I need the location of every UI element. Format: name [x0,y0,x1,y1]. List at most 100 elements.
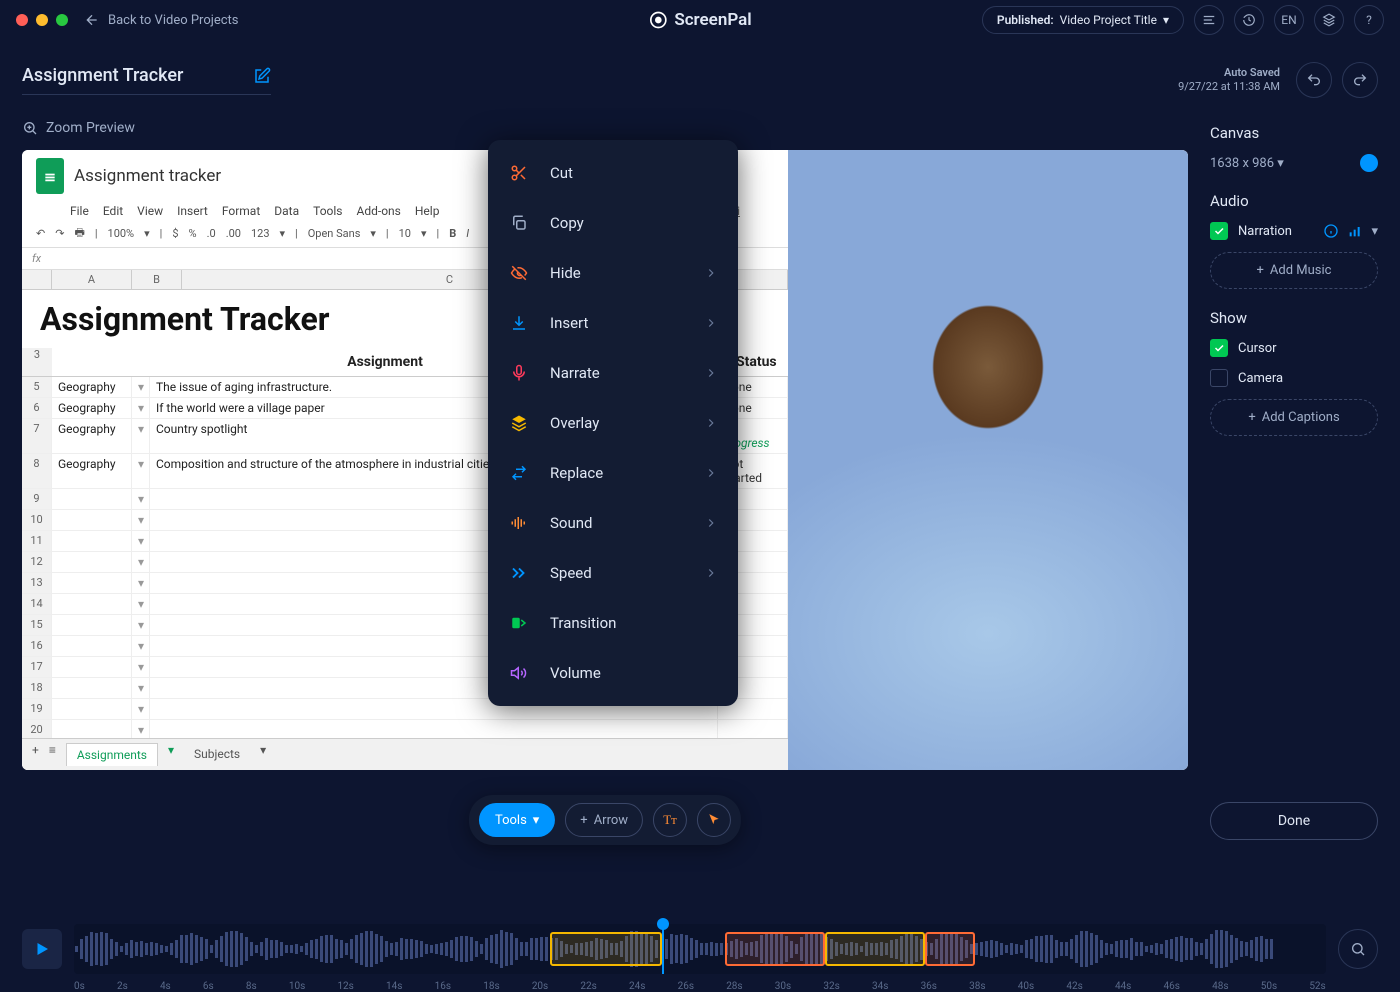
list-button[interactable] [1194,5,1224,35]
clip-segment[interactable] [550,932,663,966]
menu-item-label: Transition [550,614,616,632]
info-icon[interactable] [1323,223,1339,239]
add-music-button[interactable]: + Add Music [1210,252,1378,289]
window-controls [16,14,68,26]
copy-icon [508,212,530,234]
menu-item-label: Replace [550,464,603,482]
timeline-mark: 32s [823,981,839,992]
language-button[interactable]: EN [1274,5,1304,35]
sound-icon [508,512,530,534]
canvas-size-dropdown[interactable]: 1638 x 986 ▾ [1210,156,1284,171]
timeline-mark: 12s [337,981,353,992]
history-icon [1242,13,1256,27]
text-tool-button[interactable]: Tт [653,803,687,837]
timeline-search-button[interactable] [1338,929,1378,969]
chevron-right-icon [704,566,718,580]
close-window-button[interactable] [16,14,28,26]
timeline-mark: 44s [1115,981,1131,992]
menu-insert: Insert [177,204,208,218]
menu-item-transition[interactable]: Transition [488,598,738,648]
tools-bar: Tools ▾ + Arrow Tт [469,795,741,845]
menu-item-label: Sound [550,514,592,532]
narration-checkbox[interactable] [1210,222,1228,240]
menu-item-speed[interactable]: Speed [488,548,738,598]
minimize-window-button[interactable] [36,14,48,26]
menu-item-replace[interactable]: Replace [488,448,738,498]
tools-dropdown-button[interactable]: Tools ▾ [479,803,555,837]
timeline-mark: 22s [580,981,596,992]
camera-checkbox[interactable] [1210,369,1228,387]
menu-item-overlay[interactable]: Overlay [488,398,738,448]
cut-icon [508,162,530,184]
timeline-mark: 52s [1309,981,1325,992]
question-icon: ? [1366,13,1372,27]
menu-item-cut[interactable]: Cut [488,148,738,198]
publish-dropdown[interactable]: Published: Video Project Title ▾ [982,6,1184,34]
menu-item-volume[interactable]: Volume [488,648,738,698]
menu-item-label: Cut [550,164,573,182]
add-captions-button[interactable]: + Add Captions [1210,399,1378,436]
canvas-section-title: Canvas [1210,124,1378,142]
zoom-preview-button[interactable]: Zoom Preview [22,120,1188,136]
history-button[interactable] [1234,5,1264,35]
zoom-preview-label: Zoom Preview [46,120,135,136]
menu-item-copy[interactable]: Copy [488,198,738,248]
menu-file: File [70,204,89,218]
arrow-left-icon [84,12,100,28]
audio-section-title: Audio [1210,192,1378,210]
titlebar: Assignment Tracker Auto Saved 9/27/22 at… [0,40,1400,120]
menu-item-label: Hide [550,264,581,282]
menu-item-narrate[interactable]: Narrate [488,348,738,398]
properties-panel: Canvas 1638 x 986 ▾ Audio Narration [1210,120,1378,840]
chevron-right-icon [704,466,718,480]
clip-segment[interactable] [925,932,975,966]
cursor-tool-button[interactable] [697,803,731,837]
undo-button[interactable] [1296,62,1332,98]
caret-down-icon[interactable]: ▾ [1371,224,1378,239]
timeline-mark: 28s [726,981,742,992]
menu-item-insert[interactable]: Insert [488,298,738,348]
layers-button[interactable] [1314,5,1344,35]
add-arrow-button[interactable]: + Arrow [565,803,643,837]
menu-item-sound[interactable]: Sound [488,498,738,548]
help-button[interactable]: ? [1354,5,1384,35]
canvas-color-swatch[interactable] [1360,154,1378,172]
cursor-icon [707,813,721,827]
timeline-mark: 8s [246,981,257,992]
redo-button[interactable] [1342,62,1378,98]
playhead[interactable] [662,924,664,974]
cursor-label: Cursor [1238,341,1277,356]
timeline-mark: 48s [1212,981,1228,992]
timeline-track[interactable]: 0s2s4s6s8s10s12s14s16s18s20s22s24s26s28s… [74,924,1326,974]
timeline-mark: 30s [775,981,791,992]
clip-segment[interactable] [725,932,825,966]
timeline-mark: 50s [1261,981,1277,992]
menu-format: Format [222,204,260,218]
clip-segment[interactable] [825,932,925,966]
timeline-mark: 40s [1018,981,1034,992]
timeline-mark: 6s [203,981,214,992]
maximize-window-button[interactable] [56,14,68,26]
autosave-time: 9/27/22 at 11:38 AM [1178,80,1280,94]
add-music-label: Add Music [1270,263,1332,278]
sheet-tab-subjects: Subjects [184,743,250,766]
timeline-mark: 24s [629,981,645,992]
done-button[interactable]: Done [1210,802,1378,840]
menu-item-label: Copy [550,214,584,232]
hide-icon [508,262,530,284]
toolbar-zoom: 100% [108,227,135,240]
language-label: EN [1281,13,1296,27]
menu-data: Data [274,204,299,218]
menu-item-hide[interactable]: Hide [488,248,738,298]
menu-addons: Add-ons [357,204,401,218]
play-button[interactable] [22,929,62,969]
edit-title-icon[interactable] [253,67,271,85]
sheet-tabs: +≡ Assignments▾ Subjects▾ [22,738,788,770]
back-button[interactable]: Back to Video Projects [84,12,239,28]
timeline-mark: 36s [921,981,937,992]
cursor-checkbox[interactable] [1210,339,1228,357]
back-label: Back to Video Projects [108,13,239,28]
bars-icon[interactable] [1347,223,1363,239]
app-logo: ScreenPal [648,10,751,30]
plus-icon: + [1257,263,1264,278]
